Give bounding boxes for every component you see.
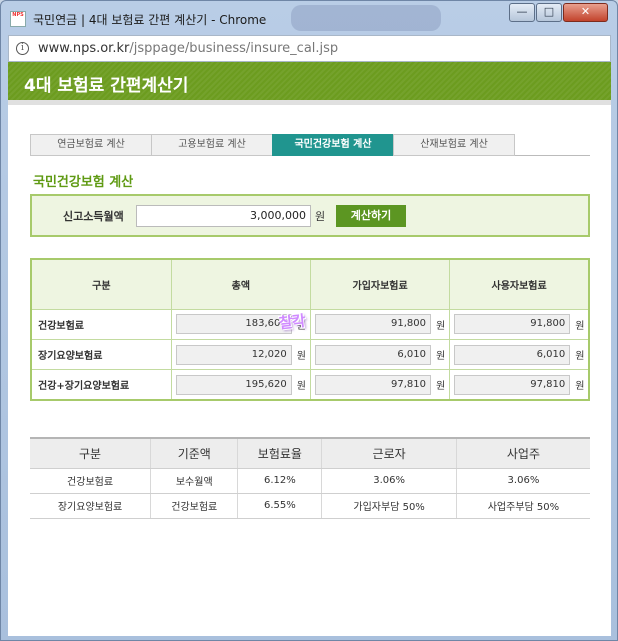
result-row-label: 건강보험료 [30, 308, 172, 341]
ltc-employer-value: 6,010 [454, 344, 571, 365]
rates-cell: 건강보험료 [30, 468, 151, 494]
url-text[interactable]: www.nps.or.kr/jsppage/business/insure_ca… [38, 41, 338, 56]
table-row: 건강보험료 보수월액 6.12% 3.06% 3.06% [30, 468, 590, 494]
rates-header: 보험료율 [237, 437, 322, 469]
income-unit: 원 [315, 210, 326, 223]
header-divider [8, 100, 611, 105]
rates-cell: 보수월액 [150, 468, 238, 494]
health-total-value: 183,600 [175, 314, 292, 335]
income-input-panel: 신고소득월액 3,000,000 원 계산하기 [30, 194, 590, 237]
unit-label: 원 [296, 381, 306, 393]
background-window-blur [291, 5, 441, 31]
combined-employee-value: 97,810 [314, 374, 431, 395]
unit-label: 원 [435, 351, 446, 363]
rates-cell: 사업주부담 50% [455, 493, 590, 519]
result-header-total: 총액 [170, 258, 311, 310]
combined-total-value: 195,620 [175, 374, 292, 395]
window-title: 국민연금 | 4대 보험료 간편 계산기 - Chrome [33, 13, 267, 27]
rates-header: 사업주 [455, 437, 590, 469]
rates-header: 기준액 [150, 437, 238, 469]
minimize-button[interactable]: — [509, 3, 535, 22]
nps-logo-icon: NPS [10, 11, 26, 27]
url-path: /jsppage/business/insure_cal.jsp [129, 41, 339, 56]
combined-employer-value: 97,810 [454, 374, 571, 395]
rates-header: 근로자 [321, 437, 457, 469]
close-button[interactable]: ✕ [563, 3, 608, 22]
result-row-label: 건강+장기요양보험료 [30, 369, 172, 401]
ltc-total-value: 12,020 [175, 344, 292, 365]
title-bar[interactable]: NPS 국민연금 | 4대 보험료 간편 계산기 - Chrome — □ ✕ [1, 1, 617, 35]
url-domain: www.nps.or.kr [38, 41, 130, 56]
calculator-tabs: 연금보험료 계산 고용보험료 계산 국민건강보험 계산 산재보험료 계산 [30, 134, 590, 156]
unit-label: 원 [435, 320, 446, 332]
income-input[interactable]: 3,000,000 [136, 205, 311, 227]
unit-label: 원 [435, 381, 446, 393]
maximize-button[interactable]: □ [536, 3, 562, 22]
health-employer-value: 91,800 [454, 314, 571, 335]
result-row-label: 장기요양보험료 [30, 339, 172, 371]
result-header-employer: 사용자보험료 [449, 258, 590, 310]
rates-table: 구분 기준액 보험료율 근로자 사업주 건강보험료 보수월액 6.12% 3.0… [30, 437, 590, 519]
rates-cell: 3.06% [321, 468, 457, 494]
rates-cell: 6.55% [237, 493, 322, 519]
unit-label: 원 [575, 320, 585, 332]
rates-cell: 3.06% [455, 468, 590, 494]
page-content: 4대 보험료 간편계산기 연금보험료 계산 고용보험료 계산 국민건강보험 계산… [8, 62, 611, 636]
result-header-category: 구분 [30, 258, 172, 310]
table-row: 장기요양보험료 건강보험료 6.55% 가입자부담 50% 사업주부담 50% [30, 493, 590, 519]
unit-label: 원 [575, 351, 585, 363]
page-title: 4대 보험료 간편계산기 [24, 76, 189, 96]
result-header-employee: 가입자보험료 [309, 258, 451, 310]
rates-cell: 가입자부담 50% [321, 493, 457, 519]
unit-label: 원 [575, 381, 585, 393]
income-label: 신고소득월액 [63, 210, 124, 223]
result-row: 장기요양보험료 12,020 원 6,010 원 6,010 원 [30, 339, 590, 371]
tab-pension[interactable]: 연금보험료 계산 [30, 134, 152, 156]
result-row: 건강+장기요양보험료 195,620 원 97,810 원 97,810 원 [30, 369, 590, 401]
tab-industrial-accident[interactable]: 산재보험료 계산 [393, 134, 515, 156]
section-title: 국민건강보험 계산 [33, 175, 134, 190]
rates-cell: 장기요양보험료 [30, 493, 151, 519]
address-bar[interactable]: i www.nps.or.kr/jsppage/business/insure_… [8, 35, 611, 62]
unit-label: 원 [296, 351, 306, 363]
rates-cell: 건강보험료 [150, 493, 238, 519]
info-icon[interactable]: i [16, 42, 29, 55]
browser-window: NPS 국민연금 | 4대 보험료 간편 계산기 - Chrome — □ ✕ … [0, 0, 618, 641]
page-header: 4대 보험료 간편계산기 [8, 62, 611, 100]
rates-cell: 6.12% [237, 468, 322, 494]
tab-employment[interactable]: 고용보험료 계산 [151, 134, 273, 156]
rates-header: 구분 [30, 437, 151, 469]
tab-health-insurance[interactable]: 국민건강보험 계산 [272, 134, 394, 156]
calculate-button[interactable]: 계산하기 [336, 205, 406, 227]
ltc-employee-value: 6,010 [314, 344, 431, 365]
